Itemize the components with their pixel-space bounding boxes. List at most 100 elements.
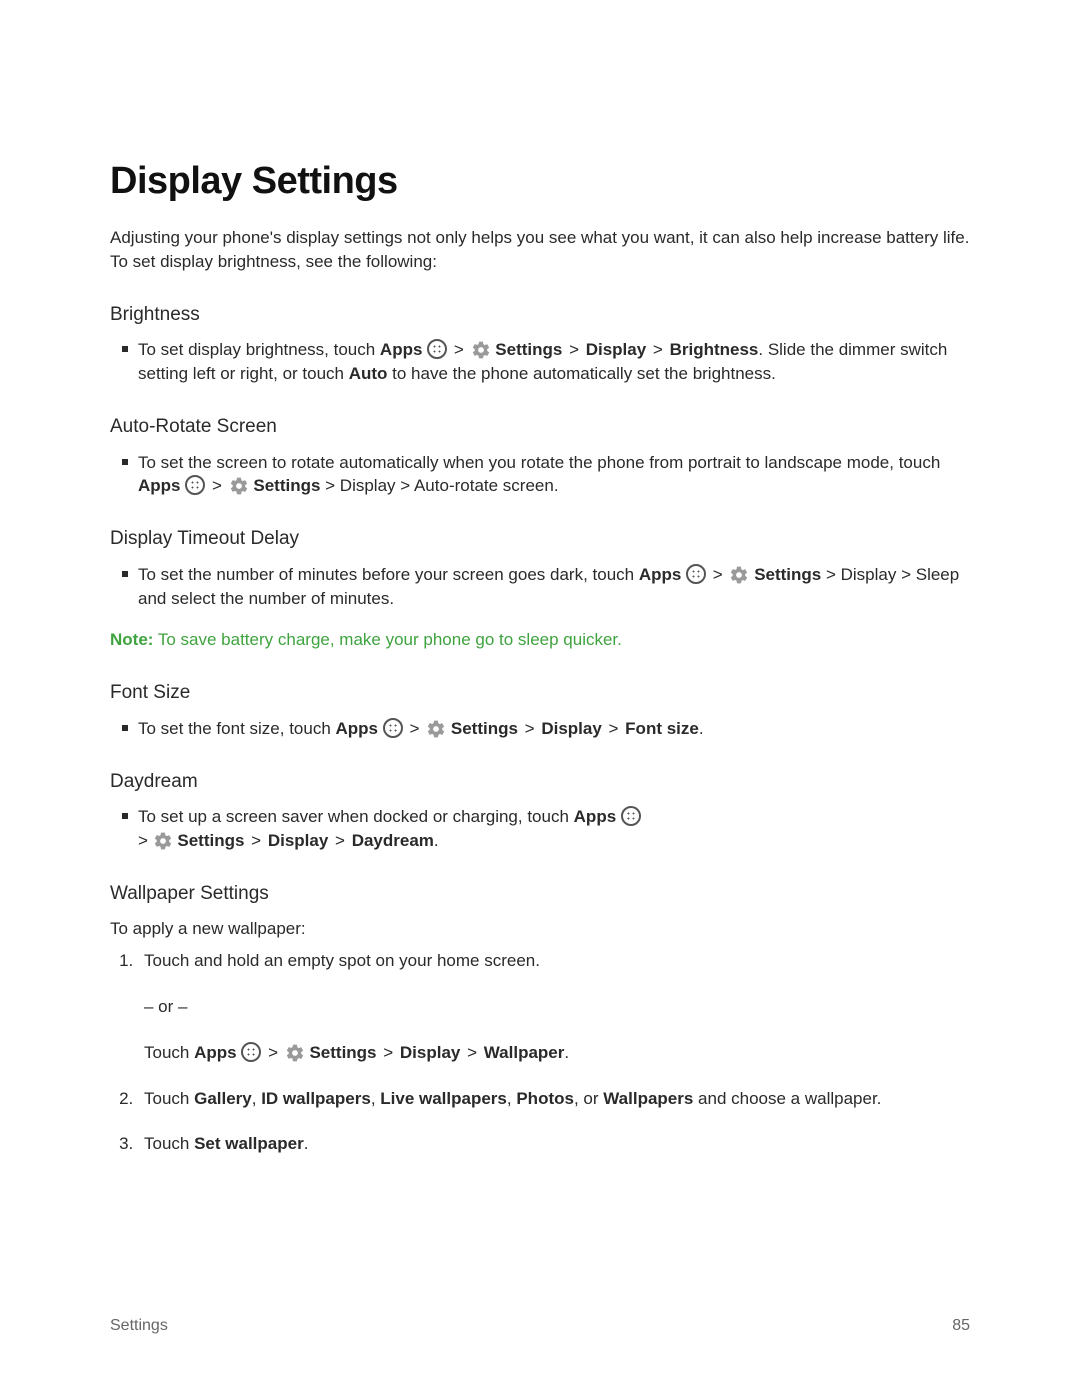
separator: > [452, 340, 471, 359]
wallpaper-intro: To apply a new wallpaper: [110, 917, 970, 941]
list-item: Touch Set wallpaper. [138, 1132, 970, 1156]
apps-icon [686, 564, 706, 584]
fontsize-label: Font size [625, 719, 699, 738]
brightness-label: Brightness [670, 340, 759, 359]
settings-label: Settings [451, 719, 518, 738]
separator: > [266, 1043, 285, 1062]
separator: > [244, 831, 267, 850]
set-wallpaper-label: Set wallpaper [194, 1134, 304, 1153]
settings-label: Settings [177, 831, 244, 850]
text: Touch [144, 1043, 194, 1062]
gear-icon [426, 719, 446, 739]
fontsize-list: To set the font size, touch Apps > Setti… [110, 717, 970, 741]
settings-label: Settings [495, 340, 562, 359]
text: , or [574, 1089, 603, 1108]
id-wallpapers-label: ID wallpapers [261, 1089, 371, 1108]
list-item: To set the screen to rotate automaticall… [138, 451, 970, 499]
text: . [434, 831, 439, 850]
wallpaper-steps: Touch and hold an empty spot on your hom… [110, 949, 970, 1156]
separator: > [138, 831, 153, 850]
timeout-list: To set the number of minutes before your… [110, 563, 970, 611]
daydream-label: Daydream [352, 831, 434, 850]
settings-label: Settings [253, 476, 320, 495]
apps-icon [241, 1042, 261, 1062]
separator: > [518, 719, 541, 738]
heading-timeout: Display Timeout Delay [110, 526, 970, 553]
settings-label: Settings [754, 565, 821, 584]
gear-icon [471, 340, 491, 360]
list-item: To set the font size, touch Apps > Setti… [138, 717, 970, 741]
text: to have the phone automatically set the … [387, 364, 775, 383]
intro-paragraph: Adjusting your phone's display settings … [110, 226, 970, 274]
separator: > [646, 340, 669, 359]
separator: > [602, 719, 625, 738]
daydream-list: To set up a screen saver when docked or … [110, 805, 970, 853]
separator: > [562, 340, 585, 359]
text: and choose a wallpaper. [693, 1089, 881, 1108]
separator: > [328, 831, 351, 850]
note-label: Note: [110, 630, 153, 649]
separator: > [407, 719, 426, 738]
text: . [304, 1134, 309, 1153]
apps-icon [383, 718, 403, 738]
wallpaper-label: Wallpaper [484, 1043, 565, 1062]
heading-brightness: Brightness [110, 302, 970, 329]
list-item: Touch and hold an empty spot on your hom… [138, 949, 970, 1064]
note-text: To save battery charge, make your phone … [153, 630, 621, 649]
display-label: Display [541, 719, 601, 738]
apps-icon [185, 475, 205, 495]
text: To set the font size, touch [138, 719, 336, 738]
text: > Display > Auto-rotate screen. [320, 476, 558, 495]
separator: > [711, 565, 730, 584]
text: Touch and hold an empty spot on your hom… [144, 951, 540, 970]
text: Touch [144, 1134, 194, 1153]
apps-label: Apps [336, 719, 379, 738]
apps-label: Apps [194, 1043, 237, 1062]
gear-icon [229, 476, 249, 496]
heading-fontsize: Font Size [110, 680, 970, 707]
text: Touch [144, 1089, 194, 1108]
note-paragraph: Note: To save battery charge, make your … [110, 628, 970, 652]
apps-label: Apps [574, 807, 617, 826]
list-item: To set the number of minutes before your… [138, 563, 970, 611]
apps-icon [621, 806, 641, 826]
gear-icon [153, 831, 173, 851]
list-item: To set up a screen saver when docked or … [138, 805, 970, 853]
display-label: Display [268, 831, 328, 850]
footer-page-number: 85 [952, 1315, 970, 1337]
gallery-label: Gallery [194, 1089, 252, 1108]
auto-label: Auto [349, 364, 388, 383]
apps-icon [427, 339, 447, 359]
text: , [371, 1089, 380, 1108]
live-wallpapers-label: Live wallpapers [380, 1089, 507, 1108]
text: To set display brightness, touch [138, 340, 380, 359]
gear-icon [285, 1043, 305, 1063]
list-item: Touch Gallery, ID wallpapers, Live wallp… [138, 1087, 970, 1111]
text: To set the number of minutes before your… [138, 565, 639, 584]
photos-label: Photos [516, 1089, 574, 1108]
text: , [507, 1089, 516, 1108]
text: To set the screen to rotate automaticall… [138, 453, 940, 472]
page-title: Display Settings [110, 155, 970, 208]
apps-label: Apps [138, 476, 181, 495]
footer-section: Settings [110, 1315, 168, 1337]
apps-label: Apps [380, 340, 423, 359]
text: . [699, 719, 704, 738]
settings-label: Settings [309, 1043, 376, 1062]
heading-autorotate: Auto-Rotate Screen [110, 414, 970, 441]
page-footer: Settings 85 [110, 1315, 970, 1337]
gear-icon [729, 565, 749, 585]
separator: > [210, 476, 229, 495]
document-page: Display Settings Adjusting your phone's … [0, 0, 1080, 1397]
brightness-list: To set display brightness, touch Apps > … [110, 338, 970, 386]
wallpapers-label: Wallpapers [603, 1089, 693, 1108]
heading-daydream: Daydream [110, 769, 970, 796]
separator: > [377, 1043, 400, 1062]
apps-label: Apps [639, 565, 682, 584]
heading-wallpaper: Wallpaper Settings [110, 881, 970, 908]
text: , [252, 1089, 261, 1108]
list-item: To set display brightness, touch Apps > … [138, 338, 970, 386]
display-label: Display [586, 340, 646, 359]
autorotate-list: To set the screen to rotate automaticall… [110, 451, 970, 499]
text: To set up a screen saver when docked or … [138, 807, 574, 826]
